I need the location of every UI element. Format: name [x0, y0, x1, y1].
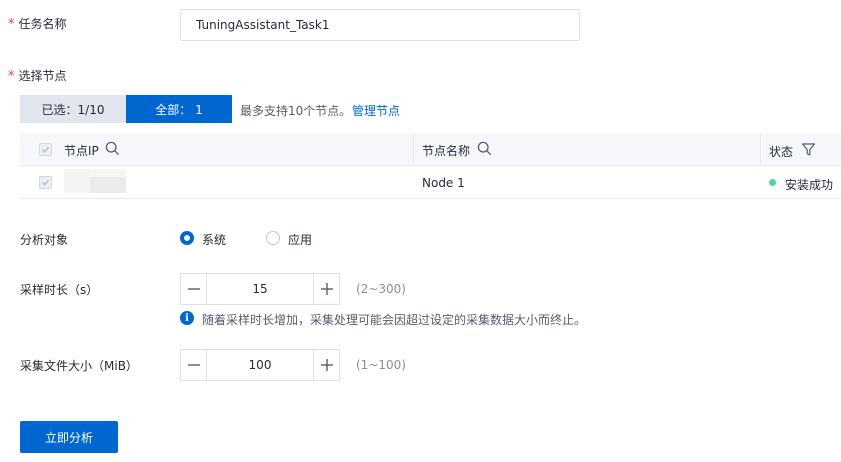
radio-application-label[interactable]: 应用 [288, 231, 312, 248]
select-all-checkbox[interactable] [39, 143, 52, 156]
radio-system-label[interactable]: 系统 [202, 231, 226, 248]
status-success-dot [769, 179, 776, 186]
column-divider [760, 133, 761, 166]
manage-nodes-link[interactable]: 管理节点 [352, 102, 400, 119]
task-name-input[interactable] [180, 9, 580, 41]
column-header-name: 节点名称 [422, 144, 471, 158]
plus-icon [320, 283, 333, 295]
decrement-button[interactable] [181, 350, 206, 380]
sample-duration-range: (2~300) [356, 282, 406, 296]
minus-icon [187, 288, 200, 290]
check-icon [42, 179, 50, 186]
tab-all-nodes[interactable]: 全部： 1 [126, 95, 232, 123]
file-size-range: (1~100) [356, 358, 406, 372]
column-divider [413, 133, 414, 166]
node-select-label: 选择节点 [18, 69, 67, 83]
sample-duration-value[interactable]: 15 [206, 274, 314, 304]
search-icon[interactable] [477, 141, 492, 156]
info-icon: i [180, 311, 194, 325]
task-name-label: 任务名称 [18, 17, 67, 31]
task-name-label-row: * 任务名称 [8, 15, 67, 32]
plus-icon [320, 359, 333, 371]
node-limit-hint: 最多支持10个节点。 [240, 104, 352, 118]
node-name-cell: Node 1 [422, 176, 465, 190]
file-size-stepper[interactable]: 100 [180, 349, 340, 381]
start-analysis-button[interactable]: 立即分析 [20, 421, 118, 453]
row-checkbox[interactable] [39, 176, 52, 189]
decrement-button[interactable] [181, 274, 206, 304]
increment-button[interactable] [314, 350, 339, 380]
ip-redacted [64, 169, 126, 193]
increment-button[interactable] [314, 274, 339, 304]
radio-system[interactable] [180, 231, 194, 245]
sample-duration-info: 随着采样时长增加，采集处理可能会因超过设定的采集数据大小而终止。 [202, 313, 587, 327]
analysis-target-label: 分析对象 [20, 233, 69, 247]
file-size-label: 采集文件大小（MiB） [20, 359, 138, 373]
radio-application[interactable] [266, 231, 280, 245]
sample-duration-label: 采样时长（s） [20, 283, 99, 297]
status-cell: 安装成功 [785, 178, 834, 192]
column-header-status: 状态 [769, 145, 794, 159]
minus-icon [187, 364, 200, 366]
required-mark: * [8, 69, 15, 84]
required-mark: * [8, 17, 15, 32]
search-icon[interactable] [105, 141, 120, 156]
column-header-ip: 节点IP [64, 144, 99, 158]
check-icon [42, 146, 50, 153]
node-select-label-row: * 选择节点 [8, 67, 67, 84]
file-size-value[interactable]: 100 [206, 350, 314, 380]
filter-icon[interactable] [801, 142, 816, 157]
sample-duration-stepper[interactable]: 15 [180, 273, 340, 305]
tab-selected-nodes[interactable]: 已选：1/10 [20, 95, 126, 123]
